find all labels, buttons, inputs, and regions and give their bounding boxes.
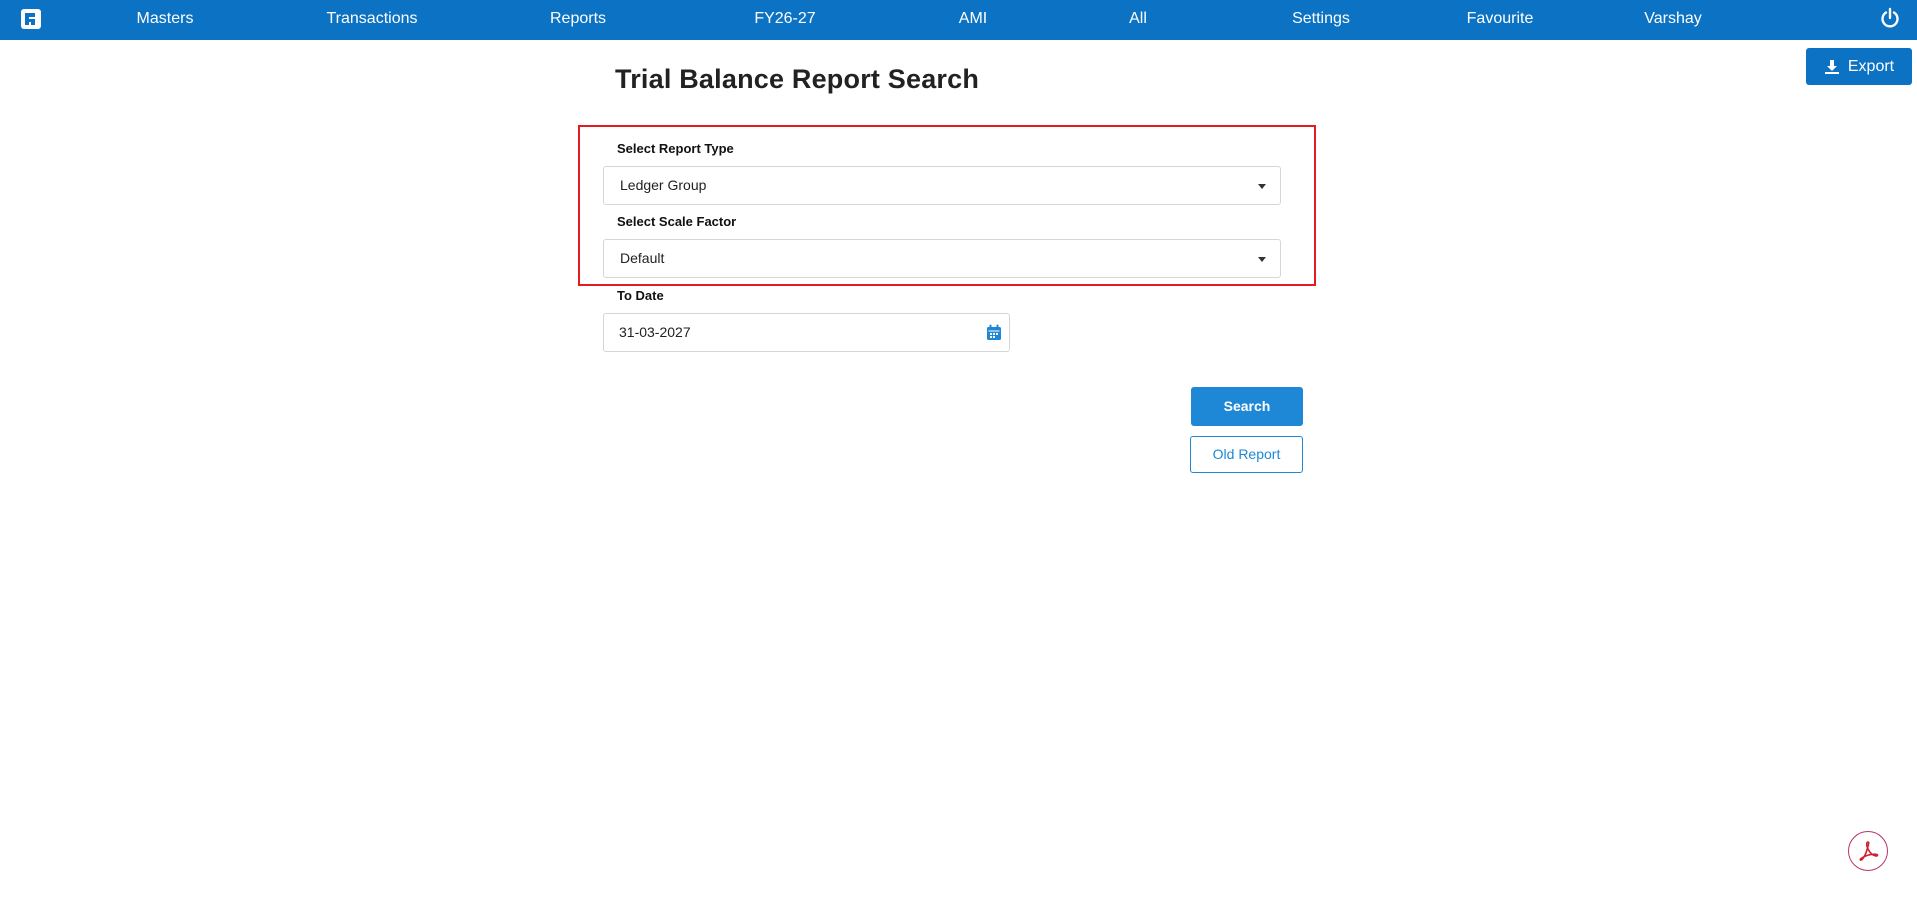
- scale-factor-label: Select Scale Factor: [617, 214, 737, 229]
- export-button[interactable]: Export: [1806, 48, 1912, 85]
- scale-factor-select[interactable]: Default: [603, 239, 1281, 278]
- app-logo-icon[interactable]: [20, 8, 42, 30]
- old-report-button[interactable]: Old Report: [1190, 436, 1303, 473]
- nav-favourite[interactable]: Favourite: [1467, 0, 1534, 40]
- caret-down-icon: [1258, 257, 1266, 262]
- pdf-button[interactable]: [1848, 831, 1888, 871]
- nav-ami[interactable]: AMI: [959, 0, 987, 40]
- to-date-value: 31-03-2027: [619, 324, 691, 340]
- nav-user[interactable]: Varshay: [1644, 0, 1702, 40]
- to-date-label: To Date: [617, 288, 664, 303]
- nav-transactions[interactable]: Transactions: [327, 0, 418, 40]
- report-type-value: Ledger Group: [620, 177, 707, 193]
- download-icon: [1824, 59, 1839, 74]
- nav-settings[interactable]: Settings: [1292, 0, 1350, 40]
- to-date-input[interactable]: 31-03-2027: [603, 313, 1010, 352]
- scale-factor-value: Default: [620, 250, 665, 266]
- calendar-icon[interactable]: [986, 324, 1002, 341]
- page-title: Trial Balance Report Search: [615, 64, 980, 94]
- nav-financial-year[interactable]: FY26-27: [754, 0, 815, 40]
- export-label: Export: [1847, 57, 1895, 75]
- nav-masters[interactable]: Masters: [137, 0, 194, 40]
- pdf-icon: [1859, 841, 1879, 861]
- report-type-label: Select Report Type: [617, 141, 734, 156]
- caret-down-icon: [1258, 184, 1266, 189]
- report-type-select[interactable]: Ledger Group: [603, 166, 1281, 205]
- nav-all[interactable]: All: [1129, 0, 1147, 40]
- top-navbar: Masters Transactions Reports FY26-27 AMI…: [0, 0, 1917, 40]
- search-button[interactable]: Search: [1191, 387, 1303, 426]
- power-icon[interactable]: [1879, 7, 1901, 29]
- nav-reports[interactable]: Reports: [550, 0, 606, 40]
